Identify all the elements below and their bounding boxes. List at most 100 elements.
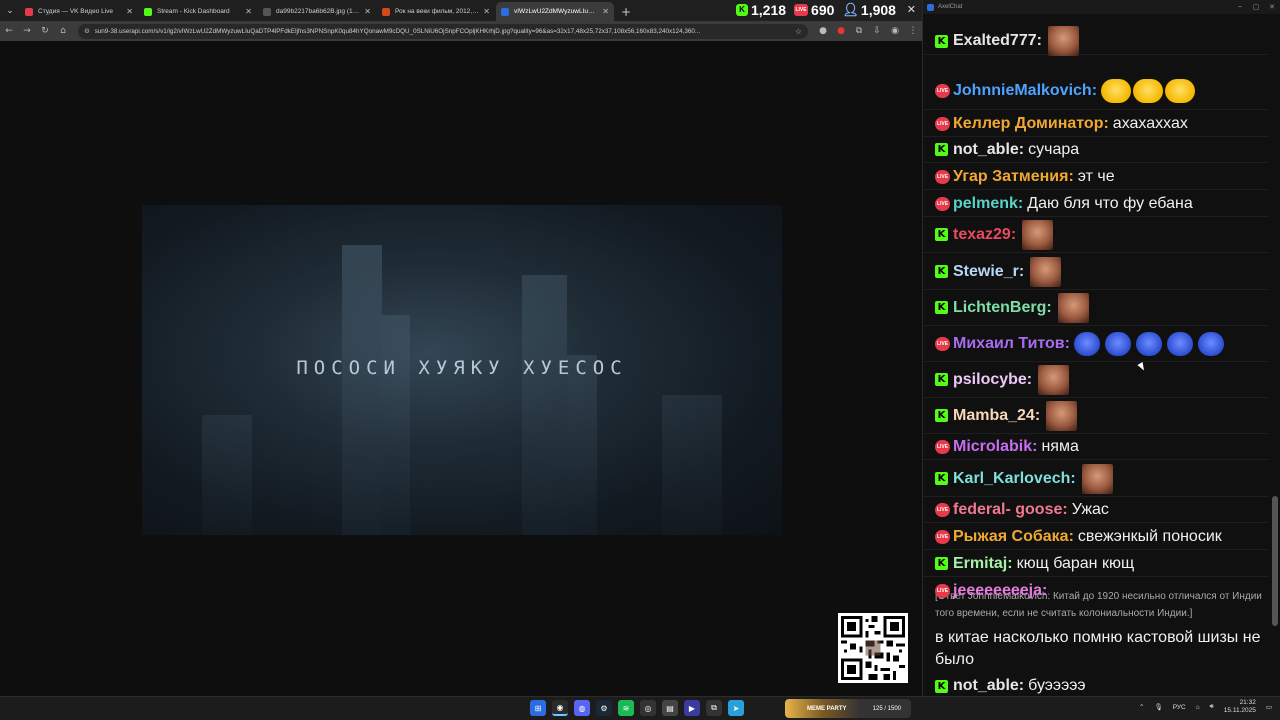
meme-party-widget[interactable]: MEME PARTY 125 / 1500: [785, 699, 911, 718]
back-icon[interactable]: ←: [0, 26, 18, 36]
username: not_able:: [953, 140, 1025, 158]
username: not_able:: [953, 677, 1025, 694]
notification-icon[interactable]: ▭: [1266, 703, 1272, 711]
adblock-icon[interactable]: ●: [832, 26, 850, 36]
username: jeeeeeeeeja:: [953, 582, 1048, 599]
telegram-icon[interactable]: ➤: [728, 700, 744, 716]
taskbar-apps: ⊞ ◉ ◍ ⚙ ≋ ◎ ▤ ▶ ⧉ ➤: [530, 700, 750, 716]
reload-icon[interactable]: ↻: [36, 26, 54, 36]
browser-tab[interactable]: vIWzLwU2ZdMWyzuwLIuQaDT... ✕: [496, 2, 614, 21]
tab-title: Рок на веки фильм, 2012, дата...: [395, 8, 479, 15]
tab-title: Студия — VK Видео Live: [38, 8, 114, 15]
kick-badge-icon: K: [935, 679, 948, 693]
face-emote-icon: [1057, 292, 1089, 323]
chat-message: K Karl_Karlovech:: [923, 461, 1269, 497]
extension-icon[interactable]: ●: [814, 26, 832, 36]
chat-message: K Mamba_24:: [923, 398, 1269, 434]
username: Келлер Доминатор:: [953, 114, 1109, 132]
profile-icon[interactable]: ◉: [886, 26, 904, 36]
volume-icon[interactable]: 🔊︎: [1210, 703, 1214, 711]
chat-message: K LichtenBerg:: [923, 290, 1269, 326]
discord-icon[interactable]: ◍: [574, 700, 590, 716]
download-icon[interactable]: ⇩: [868, 26, 886, 36]
username: texaz29:: [953, 225, 1017, 243]
browser-tab[interactable]: Stream - Kick Dashboard ✕: [139, 2, 257, 21]
chrome-icon[interactable]: ◉: [552, 700, 568, 716]
chat-scrollbar[interactable]: [1272, 14, 1278, 696]
spotify-icon[interactable]: ≋: [618, 700, 634, 716]
tab-close-icon[interactable]: ✕: [126, 7, 133, 16]
building-shape: [567, 355, 597, 535]
start-icon[interactable]: ⊞: [530, 700, 546, 716]
stream-stats: K 1,218 LIVE 690 👤︎ 1,908: [728, 0, 896, 19]
tab-close-icon[interactable]: ✕: [245, 7, 252, 16]
username: JohnnieMalkovich:: [953, 81, 1098, 99]
menu-dots-icon[interactable]: ⋮: [904, 26, 922, 36]
tab-close-icon[interactable]: ✕: [483, 7, 490, 16]
message-text: няма: [1041, 437, 1079, 455]
app-icon: [927, 3, 934, 11]
chat-message: LIVE Келлер Доминатор: ахахаххах: [923, 111, 1269, 137]
tab-search-icon[interactable]: ⌄: [0, 0, 20, 21]
tab-title: Stream - Kick Dashboard: [157, 8, 230, 15]
minimize-icon[interactable]: –: [1232, 3, 1248, 11]
face-emote-icon: [1081, 463, 1113, 494]
tray-chevron-icon[interactable]: ⌃: [1139, 703, 1144, 711]
extensions-puzzle-icon[interactable]: ⧉: [850, 26, 868, 36]
clock-date: 15.11.2025: [1223, 707, 1256, 714]
laughing-emote-icon: [1165, 78, 1196, 103]
browser-tab[interactable]: Рок на веки фильм, 2012, дата... ✕: [377, 2, 495, 21]
browser-tab[interactable]: da99b2217ba6b62B.jpg (1358×... ✕: [258, 2, 376, 21]
vk-live-badge-icon: LIVE: [935, 502, 950, 517]
address-bar[interactable]: ⚙ sun9-38.userapi.com/s/v1/ig2/vIWzLwU2Z…: [78, 23, 808, 39]
total-viewers: 👤︎ 1,908: [842, 2, 896, 18]
language-indicator[interactable]: РУС: [1173, 704, 1186, 711]
vk-live-badge-icon: LIVE: [935, 116, 950, 131]
scrollbar-thumb[interactable]: [1272, 496, 1278, 626]
chat-message: LIVE pelmenk: Даю бля что фу ебана: [923, 191, 1269, 217]
username: LichtenBerg:: [953, 298, 1052, 316]
person-icon: 👤︎: [842, 1, 859, 17]
bookmark-star-icon[interactable]: ☆: [795, 27, 802, 36]
window-buttons: – ▢ ✕: [1232, 3, 1280, 11]
face-emote-icon: [1022, 219, 1054, 250]
steam-icon[interactable]: ⚙: [596, 700, 612, 716]
app-icon[interactable]: ⧉: [706, 700, 722, 716]
tab-title: da99b2217ba6b62B.jpg (1358×...: [276, 8, 360, 15]
tab-close-icon[interactable]: ✕: [364, 7, 371, 16]
home-icon[interactable]: ⌂: [54, 26, 72, 36]
qr-code-graphic: [841, 616, 905, 680]
vk-live-icon: LIVE: [794, 3, 809, 16]
forward-icon[interactable]: →: [18, 26, 36, 36]
widget-title: MEME PARTY: [807, 705, 847, 712]
new-tab-button[interactable]: +: [615, 2, 637, 21]
app-icon[interactable]: ▶: [684, 700, 700, 716]
app-icon[interactable]: ▤: [662, 700, 678, 716]
chat-window-title: AxelChat: [938, 4, 963, 10]
browser-tab[interactable]: Студия — VK Видео Live ✕: [20, 2, 138, 21]
browser-toolbar: ← → ↻ ⌂ ⚙ sun9-38.userapi.com/s/v1/ig2/v…: [0, 21, 922, 41]
tab-close-icon[interactable]: ✕: [602, 7, 609, 16]
message-text: сучара: [1028, 140, 1080, 158]
crying-emote-icon: [1197, 331, 1224, 356]
laughing-emote-icon: [1133, 78, 1164, 103]
mic-icon[interactable]: 🎙︎: [1154, 703, 1162, 711]
obs-icon[interactable]: ◎: [640, 700, 656, 716]
username: psilocybe:: [953, 370, 1033, 388]
face-emote-icon: [1038, 364, 1070, 395]
tab-favicon-icon: [501, 7, 509, 16]
tab-list: Студия — VK Видео Live ✕ Stream - Kick Das…: [20, 2, 615, 21]
system-tray: ⌃ 🎙︎ РУС ⌂ 🔊︎ 21:32 15.11.2025 ▭: [1129, 699, 1272, 715]
close-window-icon[interactable]: ✕: [907, 3, 916, 16]
crying-emote-icon: [1135, 331, 1162, 356]
site-info-icon[interactable]: ⚙: [84, 28, 90, 35]
chat-message-list[interactable]: [Ответ JohnnieMalkovich: Китай до 1920 н…: [923, 14, 1273, 696]
chat-message: LIVE jeeeeeeeeja:: [923, 578, 1269, 604]
chat-titlebar: AxelChat – ▢ ✕: [923, 0, 1280, 14]
maximize-icon[interactable]: ▢: [1248, 3, 1264, 11]
building-shape: [522, 275, 567, 535]
network-icon[interactable]: ⌂: [1196, 704, 1200, 711]
page-viewport: ПОСОСИ ХУЯКУ ХУЕСОС: [0, 41, 922, 696]
clock[interactable]: 21:32 15.11.2025: [1224, 699, 1256, 715]
close-icon[interactable]: ✕: [1264, 3, 1280, 11]
